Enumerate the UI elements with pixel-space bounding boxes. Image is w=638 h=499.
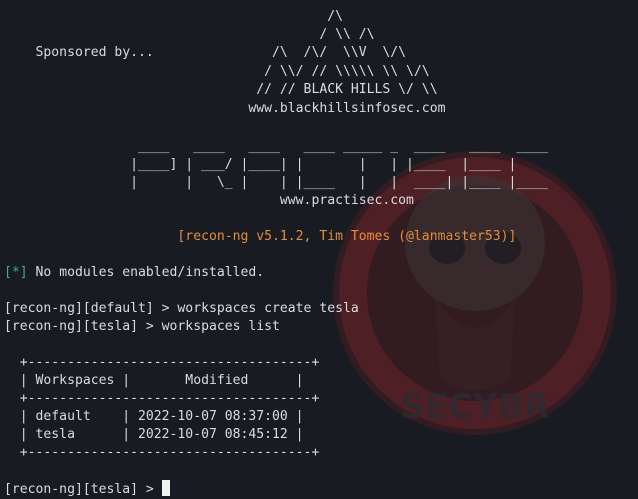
logo-ascii-line: | | \_ | | |____ | | ____| |____ |____: [4, 175, 548, 190]
table-border: +------------------------------------+: [4, 355, 320, 370]
prompt-label: [recon-ng][tesla] >: [4, 482, 162, 497]
banner-line: // // BLACK HILLS \/ \\: [4, 82, 438, 97]
table-border: +------------------------------------+: [4, 445, 320, 460]
command-history-line: [recon-ng][tesla] > workspaces list: [4, 319, 280, 334]
terminal-window[interactable]: SECYBR /\ / \\ /\ Sponsored by... /\ /\/…: [0, 0, 638, 499]
table-header: | Workspaces | Modified |: [4, 373, 304, 388]
banner-line: /\: [4, 9, 343, 24]
command-prompt-line[interactable]: [recon-ng][tesla] >: [4, 480, 170, 498]
text-cursor[interactable]: [161, 480, 170, 496]
table-border: +------------------------------------+: [4, 391, 320, 406]
banner-sponsor-url: www.blackhillsinfosec.com: [4, 101, 446, 116]
info-marker: [*]: [4, 265, 28, 280]
notice-text: No modules enabled/installed.: [27, 265, 265, 280]
logo-ascii-line: ____ ____ ____ ____ _____ _ ____ ____ __…: [4, 139, 548, 154]
notice-line: [*] No modules enabled/installed.: [4, 264, 264, 282]
banner-sponsor-line: Sponsored by... /\ /\/ \\V \/\: [4, 45, 407, 60]
svg-text:SECYBR: SECYBR: [400, 387, 549, 427]
table-row: | default | 2022-10-07 08:37:00 |: [4, 409, 304, 424]
banner-line: / \\ /\: [4, 27, 375, 42]
version-banner: [recon-ng v5.1.2, Tim Tomes (@lanmaster5…: [4, 229, 517, 244]
table-row: | tesla | 2022-10-07 08:45:12 |: [4, 427, 304, 442]
command-history-line: [recon-ng][default] > workspaces create …: [4, 301, 359, 316]
website-url: www.practisec.com: [4, 193, 414, 208]
logo-ascii-line: |____] | ___/ |____| | | | |____ |____ |: [4, 157, 517, 172]
banner-line: / \\/ // \\\\\ \\ \/\: [4, 64, 430, 79]
